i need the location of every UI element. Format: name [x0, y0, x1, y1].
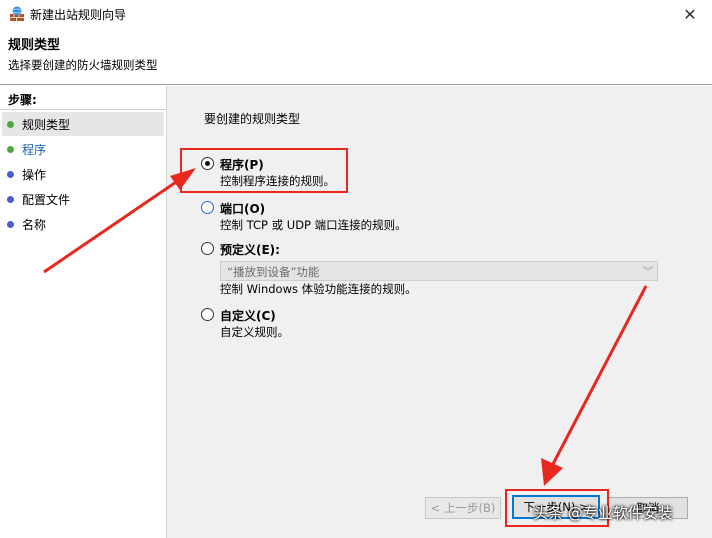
arrow-to-program-head [170, 168, 196, 190]
arrow-to-program-line [43, 176, 183, 274]
watermark: 头条 @专业软件安装 [533, 504, 673, 522]
arrow-to-next-head [541, 458, 563, 486]
arrow-to-next-line [550, 285, 648, 467]
annotation-arrows [43, 168, 648, 486]
